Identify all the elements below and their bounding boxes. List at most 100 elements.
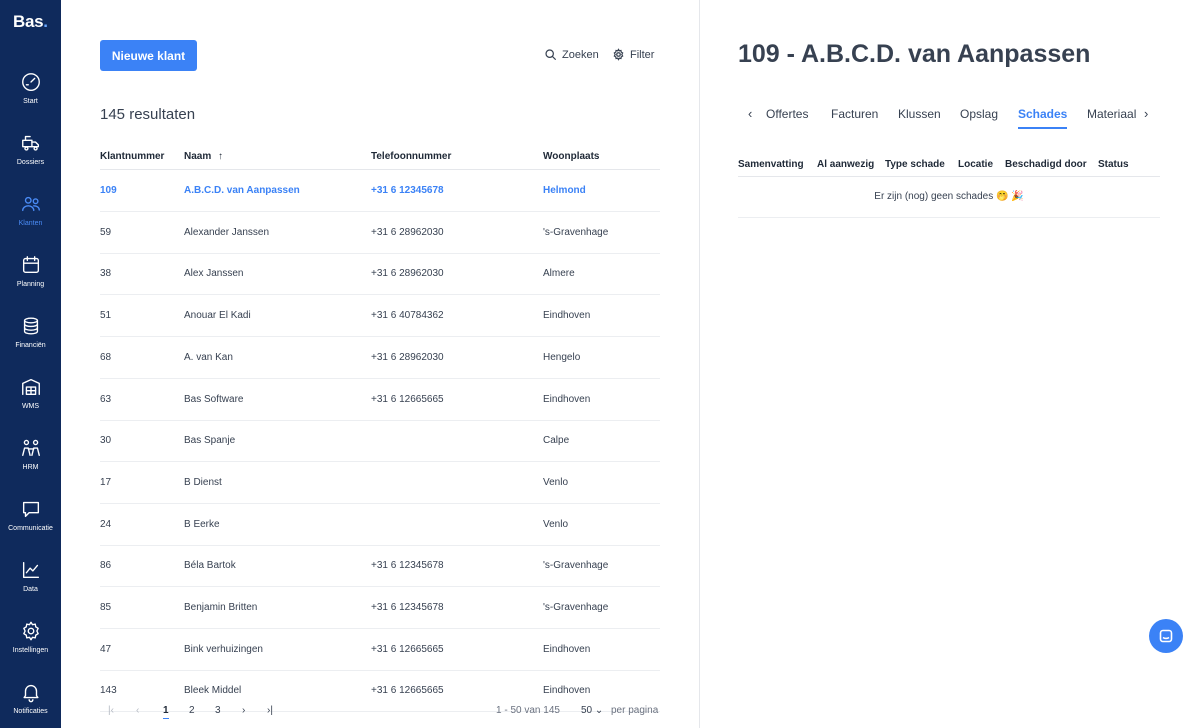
cell-telefoonnummer: +31 6 12345678 xyxy=(371,560,444,572)
tab-schades[interactable]: Schades xyxy=(1018,107,1068,129)
cell-naam: Bas Spanje xyxy=(184,435,236,447)
results-count: 145 resultaten xyxy=(100,106,196,123)
table-row[interactable]: 17 B Dienst Venlo xyxy=(100,462,660,504)
tab-facturen[interactable]: Facturen xyxy=(831,107,878,121)
sidebar-item-klanten[interactable]: Klanten xyxy=(0,188,61,244)
next-page-button[interactable]: › xyxy=(242,705,245,716)
cell-naam: Béla Bartok xyxy=(184,560,236,572)
cell-klantnummer: 63 xyxy=(100,393,112,405)
chevron-left-icon[interactable]: ‹ xyxy=(748,106,752,121)
cell-woonplaats: Eindhoven xyxy=(543,393,591,405)
sidebar-item-notificaties[interactable]: Notificaties xyxy=(0,676,61,728)
column-header-label: Naam xyxy=(184,151,212,162)
sidebar-item-label: Communicatie xyxy=(8,525,53,532)
cell-klantnummer: 143 xyxy=(100,685,117,697)
pane-divider xyxy=(699,0,700,728)
search-label: Zoeken xyxy=(562,48,599,61)
page-button-1[interactable]: 1 xyxy=(163,705,169,719)
chevron-right-icon[interactable]: › xyxy=(1144,106,1148,121)
tab-materiaal[interactable]: Materiaal xyxy=(1087,107,1136,121)
sidebar-item-label: HRM xyxy=(22,464,39,471)
cell-klantnummer: 30 xyxy=(100,435,112,447)
cell-klantnummer: 86 xyxy=(100,560,112,572)
search-icon xyxy=(545,49,556,60)
column-header-type-schade[interactable]: Type schade xyxy=(885,159,945,170)
table-row[interactable]: 30 Bas Spanje Calpe xyxy=(100,420,660,463)
sidebar-item-financien[interactable]: Financiën xyxy=(0,310,61,366)
cell-naam: A. van Kan xyxy=(184,351,233,363)
column-header-locatie[interactable]: Locatie xyxy=(958,159,993,170)
support-chat-button[interactable] xyxy=(1149,619,1183,653)
cell-naam: B Eerke xyxy=(184,518,220,530)
column-header-beschadigd-door[interactable]: Beschadigd door xyxy=(1005,159,1087,170)
tab-klussen[interactable]: Klussen xyxy=(898,107,941,121)
people-icon xyxy=(21,439,40,457)
cell-naam: Alex Janssen xyxy=(184,268,244,280)
tab-opslag[interactable]: Opslag xyxy=(960,107,998,121)
cell-naam: Benjamin Britten xyxy=(184,602,258,613)
table-row[interactable]: 86 Béla Bartok +31 6 12345678 's-Gravenhage xyxy=(100,545,660,588)
sidebar-item-start[interactable]: Start xyxy=(0,66,61,122)
prev-page-button[interactable]: ‹ xyxy=(136,705,139,716)
empty-state-message: Er zijn (nog) geen schades 🤭 🎉 xyxy=(738,178,1160,218)
cell-klantnummer: 59 xyxy=(100,226,112,238)
chat-icon xyxy=(22,501,39,518)
filter-button[interactable]: Filter xyxy=(612,48,654,61)
column-header-samenvatting[interactable]: Samenvatting xyxy=(738,159,804,170)
cell-woonplaats: Venlo xyxy=(543,518,569,530)
table-row[interactable]: 38 Alex Janssen +31 6 28962030 Almere xyxy=(100,253,660,296)
column-header-status[interactable]: Status xyxy=(1098,159,1129,170)
table-row[interactable]: 109 A.B.C.D. van Aanpassen +31 6 12345678 H… xyxy=(100,170,660,212)
gear-icon xyxy=(22,621,39,641)
bell-icon xyxy=(22,684,39,703)
calendar-icon xyxy=(22,256,39,274)
first-page-button[interactable]: |‹ xyxy=(108,705,114,716)
table-row[interactable]: 24 B Eerke Venlo xyxy=(100,504,660,546)
new-customer-button[interactable]: Nieuwe klant xyxy=(100,40,197,71)
column-header-al-aanwezig[interactable]: Al aanwezig xyxy=(817,159,874,170)
sidebar-item-label: WMS xyxy=(21,403,40,410)
customer-list-pane: Nieuwe klant Zoeken Filter 145 resultate… xyxy=(61,0,699,728)
page-button-2[interactable]: 2 xyxy=(189,705,195,716)
chart-icon xyxy=(22,561,39,579)
table-row[interactable]: 85 Benjamin Britten +31 6 12345678 's-Grave… xyxy=(100,587,660,629)
table-row[interactable]: 63 Bas Software +31 6 12665665 Eindhoven xyxy=(100,379,660,421)
last-page-button[interactable]: ›| xyxy=(267,705,273,716)
tab-offertes[interactable]: Offertes xyxy=(766,107,808,121)
cell-klantnummer: 51 xyxy=(100,310,112,322)
column-header-woonplaats[interactable]: Woonplaats xyxy=(543,151,599,162)
sidebar-item-label: Dossiers xyxy=(16,159,45,166)
table-row[interactable]: 51 Anouar El Kadi +31 6 40784362 Eindhoven xyxy=(100,295,660,338)
page-button-3[interactable]: 3 xyxy=(215,705,221,716)
cell-klantnummer: 47 xyxy=(100,643,112,655)
cell-woonplaats: Helmond xyxy=(543,185,586,196)
table-row[interactable]: 47 Bink verhuizingen +31 6 12665665 Eindhov… xyxy=(100,629,660,671)
sidebar-item-planning[interactable]: Planning xyxy=(0,249,61,305)
column-header-telefoonnummer[interactable]: Telefoonnummer xyxy=(371,151,451,162)
column-header-naam[interactable]: Naam ↑ xyxy=(184,151,223,162)
sidebar-item-hrm[interactable]: HRM xyxy=(0,432,61,488)
sidebar: Bas. Start Dossiers Klanten Planning Fin… xyxy=(0,0,61,728)
table-row[interactable]: 59 Alexander Janssen +31 6 28962030 's-Grav… xyxy=(100,212,660,254)
search-button[interactable]: Zoeken xyxy=(544,48,599,61)
table-row[interactable]: 68 A. van Kan +31 6 28962030 Hengelo xyxy=(100,337,660,379)
cell-naam: Bleek Middel xyxy=(184,685,242,697)
cell-naam: Bink verhuizingen xyxy=(184,643,263,655)
sidebar-item-data[interactable]: Data xyxy=(0,554,61,610)
cell-woonplaats: 's-Gravenhage xyxy=(543,560,609,572)
logo[interactable]: Bas. xyxy=(13,12,48,32)
sidebar-item-communicatie[interactable]: Communicatie xyxy=(0,493,61,549)
sidebar-item-wms[interactable]: WMS xyxy=(0,371,61,427)
cell-klantnummer: 24 xyxy=(100,518,112,530)
per-page-select[interactable]: 50 ⌄ xyxy=(581,705,603,716)
sort-arrow-icon: ↑ xyxy=(218,151,224,162)
sidebar-item-label: Planning xyxy=(16,281,45,288)
truck-icon xyxy=(21,135,39,151)
sidebar-item-dossiers[interactable]: Dossiers xyxy=(0,127,61,183)
cell-woonplaats: Eindhoven xyxy=(543,643,591,655)
sidebar-item-instellingen[interactable]: Instellingen xyxy=(0,615,61,671)
column-header-klantnummer[interactable]: Klantnummer xyxy=(100,151,164,162)
per-page-label: per pagina xyxy=(611,705,659,716)
sidebar-item-label: Notificaties xyxy=(13,708,48,715)
coins-icon xyxy=(23,317,38,335)
